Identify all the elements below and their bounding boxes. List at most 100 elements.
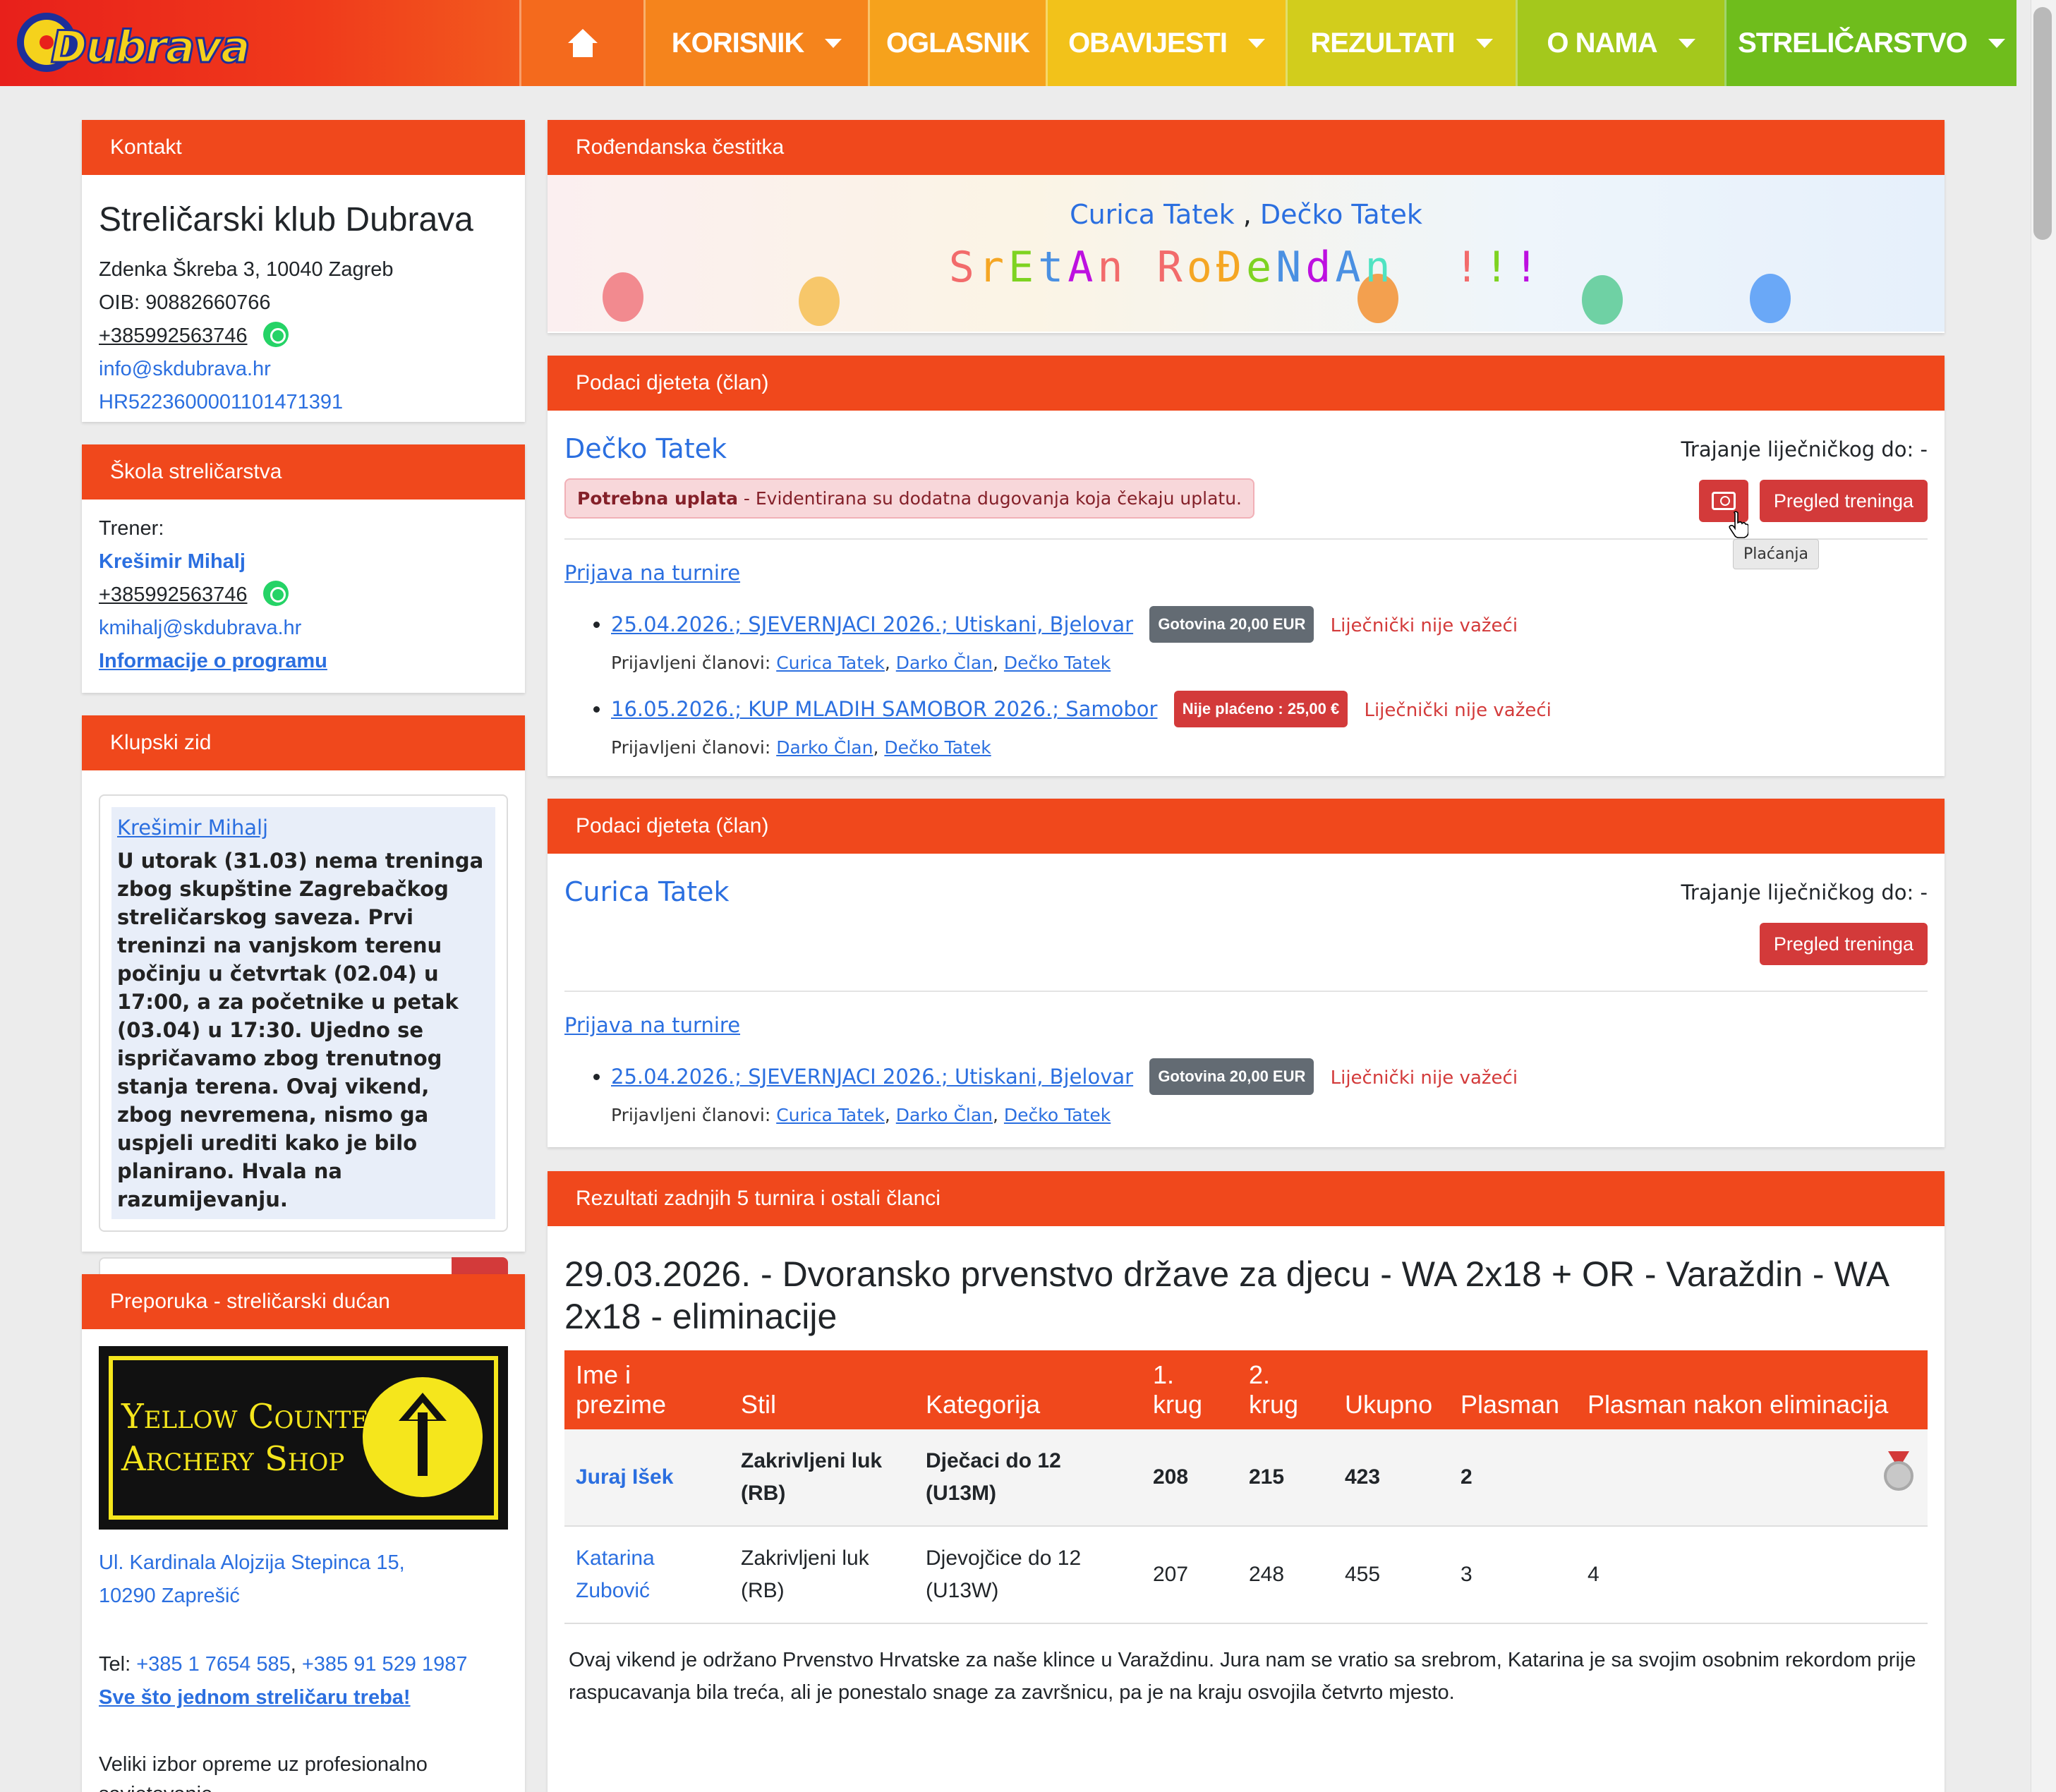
shop-phone2-link[interactable]: +385 91 529 1987 <box>302 1653 468 1676</box>
nav-home[interactable] <box>519 0 643 86</box>
table-row: Juraj Išek Zakrivljeni luk (RB) Dječaci … <box>564 1429 1928 1527</box>
cell-total: 455 <box>1334 1526 1449 1624</box>
birthday-name-1[interactable]: Curica Tatek <box>1070 199 1235 230</box>
cell-category: Djevojčice do 12 (U13W) <box>914 1526 1142 1624</box>
column-header: 1. krug <box>1142 1350 1238 1429</box>
article-title: 29.03.2026. - Dvoransko prvenstvo države… <box>564 1254 1888 1336</box>
whatsapp-icon[interactable] <box>262 581 289 607</box>
school-card-header: Škola streličarstva <box>82 444 525 500</box>
cell-place: 2 <box>1449 1429 1576 1527</box>
list-item: 25.04.2026.; SJEVERNJACI 2026.; Utiskani… <box>611 606 1928 678</box>
club-name: Streličarski klub Dubrava <box>99 201 473 238</box>
member-link[interactable]: Curica Tatek <box>776 1105 885 1125</box>
chevron-down-icon <box>1988 38 2005 48</box>
scrollbar-thumb[interactable] <box>2033 7 2052 240</box>
page-scrollbar[interactable] <box>2031 0 2056 1792</box>
member-link[interactable]: Darko Član <box>896 653 993 673</box>
greeting-letter: E <box>1008 243 1039 292</box>
column-header: 2. krug <box>1238 1350 1334 1429</box>
greeting-letter: o <box>1186 243 1216 292</box>
payment-badge: Gotovina 20,00 EUR <box>1149 606 1314 643</box>
shop-description: Veliki izbor opreme uz profesionalno sav… <box>99 1753 428 1792</box>
article-text: Ovaj vikend je održano Prvenstvo Hrvatsk… <box>569 1649 1916 1704</box>
club-address: Zdenka Škreba 3, 10040 Zagreb <box>99 258 394 281</box>
shop-slogan-link[interactable]: Sve što jednom streličaru treba! <box>99 1686 411 1709</box>
child-card-curica: Podaci djeteta (član) Curica Tatek Traja… <box>548 799 1945 1147</box>
list-item: 25.04.2026.; SJEVERNJACI 2026.; Utiskani… <box>611 1058 1928 1130</box>
nav-o-nama[interactable]: O NAMA <box>1516 0 1724 86</box>
member-link[interactable]: Curica Tatek <box>776 653 885 673</box>
member-link[interactable]: Darko Član <box>776 737 873 758</box>
arrow-up-icon <box>363 1377 483 1497</box>
shop-address-line1[interactable]: Ul. Kardinala Alojzija Stepinca 15, <box>99 1551 405 1574</box>
greeting-letter: t <box>1038 243 1068 292</box>
payments-tooltip: Plaćanja <box>1733 539 1819 569</box>
divider <box>564 991 1928 992</box>
divider <box>564 538 1928 540</box>
club-logo[interactable]: Dubrava <box>16 8 251 79</box>
program-info-link[interactable]: Informacije o programu <box>99 650 327 672</box>
tournament-signup-link[interactable]: Prijava na turnire <box>564 1013 740 1037</box>
members-label: Prijavljeni članovi: <box>611 737 777 758</box>
training-overview-button[interactable]: Pregled treninga <box>1759 923 1928 965</box>
nav-rezultati[interactable]: REZULTATI <box>1286 0 1516 86</box>
member-link[interactable]: Dečko Tatek <box>1004 653 1111 673</box>
column-header: Plasman <box>1449 1350 1576 1429</box>
registered-members: Prijavljeni članovi: Curica Tatek, Darko… <box>611 653 1111 673</box>
athlete-name-link[interactable]: Juraj Išek <box>564 1429 730 1527</box>
nav-korisnik-label: KORISNIK <box>671 27 805 59</box>
nav-korisnik[interactable]: KORISNIK <box>643 0 868 86</box>
member-link[interactable]: Dečko Tatek <box>1004 1105 1111 1125</box>
cell-style: Zakrivljeni luk (RB) <box>730 1429 914 1527</box>
wall-message-text: U utorak (31.03) nema treninga zbog skup… <box>117 849 484 1211</box>
nav-streličarstvo[interactable]: STRELIČARSTVO <box>1724 0 2016 86</box>
club-wall-card: Klupski zid Krešimir Mihalj U utorak (31… <box>82 715 525 1308</box>
whatsapp-icon[interactable] <box>262 322 289 348</box>
tournament-link[interactable]: 25.04.2026.; SJEVERNJACI 2026.; Utiskani… <box>611 612 1133 636</box>
list-item: 16.05.2026.; KUP MLADIH SAMOBOR 2026.; S… <box>611 691 1928 763</box>
results-card: Rezultati zadnjih 5 turnira i ostali čla… <box>548 1171 1945 1792</box>
shop-phone1-link[interactable]: +385 1 7654 585 <box>136 1653 291 1676</box>
trainer-phone-link[interactable]: +385992563746 <box>99 583 247 606</box>
birthday-greeting: SrEtAn RoĐeNdAn !!! <box>548 243 1945 292</box>
shop-logo[interactable]: Yellow Counter Archery Shop <box>99 1346 508 1530</box>
column-header: Plasman nakon eliminacija <box>1576 1350 1928 1429</box>
tournament-list: 25.04.2026.; SJEVERNJACI 2026.; Utiskani… <box>611 1058 1928 1130</box>
club-phone-link[interactable]: +385992563746 <box>99 325 247 347</box>
shop-address-line2[interactable]: 10290 Zaprešić <box>99 1585 240 1607</box>
top-navbar: Dubrava KORISNIK OGLASNIK OBAVIJESTI REZ… <box>0 0 2031 86</box>
club-iban[interactable]: HR5223600001101471391 <box>99 391 343 413</box>
cell-category: Dječaci do 12 (U13M) <box>914 1429 1142 1527</box>
tournament-signup-link[interactable]: Prijava na turnire <box>564 561 740 585</box>
club-email-link[interactable]: info@skdubrava.hr <box>99 358 271 380</box>
tournament-link[interactable]: 25.04.2026.; SJEVERNJACI 2026.; Utiskani… <box>611 1065 1133 1089</box>
cell-total: 423 <box>1334 1429 1449 1527</box>
member-link[interactable]: Dečko Tatek <box>884 737 991 758</box>
contact-card-header: Kontakt <box>82 120 525 175</box>
training-overview-button[interactable]: Pregled treninga <box>1759 480 1928 522</box>
shop-tel-label: Tel: <box>99 1653 137 1676</box>
member-link[interactable]: Darko Član <box>896 1105 993 1125</box>
trainer-email-link[interactable]: kmihalj@skdubrava.hr <box>99 617 301 639</box>
birthday-name-2[interactable]: Dečko Tatek <box>1260 199 1422 230</box>
silver-medal-icon <box>1881 1451 1916 1494</box>
nav-obavijesti-label: OBAVIJESTI <box>1068 27 1228 59</box>
nav-obavijesti[interactable]: OBAVIJESTI <box>1046 0 1286 86</box>
nav-streličarstvo-label: STRELIČARSTVO <box>1738 27 1968 59</box>
table-row: Katarina Zubović Zakrivljeni luk (RB) Dj… <box>564 1526 1928 1624</box>
athlete-name-link[interactable]: Katarina Zubović <box>564 1526 730 1624</box>
trainer-name-link[interactable]: Krešimir Mihalj <box>99 550 246 573</box>
greeting-letter: e <box>1246 243 1276 292</box>
greeting-letter <box>1127 243 1157 292</box>
wall-messages[interactable]: Krešimir Mihalj U utorak (31.03) nema tr… <box>99 794 508 1232</box>
nav-oglasnik[interactable]: OGLASNIK <box>868 0 1046 86</box>
greeting-letter: A <box>1068 243 1098 292</box>
wall-message-author[interactable]: Krešimir Mihalj <box>117 816 490 840</box>
cell-round2: 215 <box>1238 1429 1334 1527</box>
registered-members: Prijavljeni članovi: Curica Tatek, Darko… <box>611 1105 1111 1125</box>
tournament-link[interactable]: 16.05.2026.; KUP MLADIH SAMOBOR 2026.; S… <box>611 697 1157 721</box>
wall-message: Krešimir Mihalj U utorak (31.03) nema tr… <box>111 807 495 1219</box>
child-card-header: Podaci djeteta (član) <box>548 356 1945 411</box>
chevron-down-icon <box>825 38 842 48</box>
cell-place-elim <box>1576 1429 1928 1527</box>
